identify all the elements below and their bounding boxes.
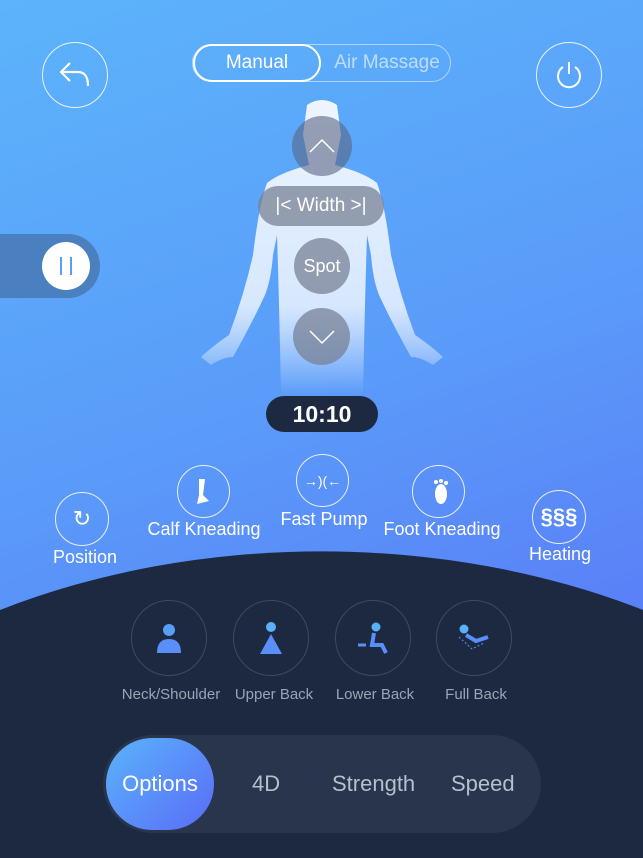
fast-pump-label: Fast Pump — [280, 509, 368, 529]
calf-kneading-label: Calf Kneading — [147, 519, 261, 539]
upper-back-label: Upper Back — [234, 686, 314, 703]
spot-button[interactable]: Spot — [294, 238, 350, 294]
tab-4d[interactable]: 4D — [252, 735, 280, 833]
width-label: Width — [296, 195, 346, 216]
neck-shoulder-label: Neck/Shoulder — [121, 686, 221, 703]
tab-options[interactable]: Options — [106, 738, 214, 830]
chevron-down-icon — [308, 329, 335, 344]
power-icon — [557, 62, 581, 89]
leg-icon — [196, 478, 209, 504]
move-up-button[interactable] — [292, 116, 352, 176]
timer: 10:10 — [266, 396, 378, 432]
width-button[interactable]: |< Width >| — [258, 186, 384, 226]
width-right-icon: >| — [345, 195, 367, 216]
full-back-label: Full Back — [445, 686, 507, 703]
mode-switch: Manual Air Massage — [192, 44, 451, 82]
foot-icon — [433, 478, 448, 504]
bottom-tab-bar: Options 4D Strength Speed — [103, 735, 541, 833]
foot-kneading-button[interactable] — [412, 465, 465, 518]
neck-shoulder-icon — [157, 624, 181, 653]
heating-button[interactable]: §§§ — [532, 490, 586, 544]
pause-icon — [60, 257, 72, 275]
position-button[interactable]: ↻ — [55, 492, 109, 546]
lower-back-label: Lower Back — [335, 686, 415, 703]
pump-icon: →)(← — [303, 472, 342, 489]
back-button[interactable] — [42, 42, 108, 108]
recline-icon: ↻ — [72, 506, 92, 531]
pause-button[interactable] — [42, 242, 90, 290]
fast-pump-button[interactable]: →)(← — [296, 454, 349, 507]
calf-kneading-button[interactable] — [177, 465, 230, 518]
tab-air-massage[interactable]: Air Massage — [323, 45, 451, 81]
move-down-button[interactable] — [293, 308, 350, 365]
tab-speed[interactable]: Speed — [451, 735, 515, 833]
upper-back-icon — [260, 622, 282, 654]
pause-slider[interactable] — [0, 234, 100, 298]
tab-strength[interactable]: Strength — [332, 735, 415, 833]
tab-manual[interactable]: Manual — [193, 44, 321, 82]
foot-kneading-label: Foot Kneading — [383, 519, 501, 539]
full-back-icon — [458, 624, 489, 650]
back-arrow-icon — [59, 62, 90, 87]
heating-label: Heating — [528, 544, 592, 564]
lower-back-button[interactable] — [335, 600, 411, 676]
full-back-button[interactable] — [436, 600, 512, 676]
power-button[interactable] — [536, 42, 602, 108]
width-left-icon: |< — [275, 195, 297, 216]
position-label: Position — [52, 547, 118, 567]
chevron-up-icon — [309, 138, 335, 153]
heat-icon: §§§ — [540, 504, 578, 529]
neck-shoulder-button[interactable] — [131, 600, 207, 676]
lower-back-icon — [358, 622, 388, 654]
upper-back-button[interactable] — [233, 600, 309, 676]
